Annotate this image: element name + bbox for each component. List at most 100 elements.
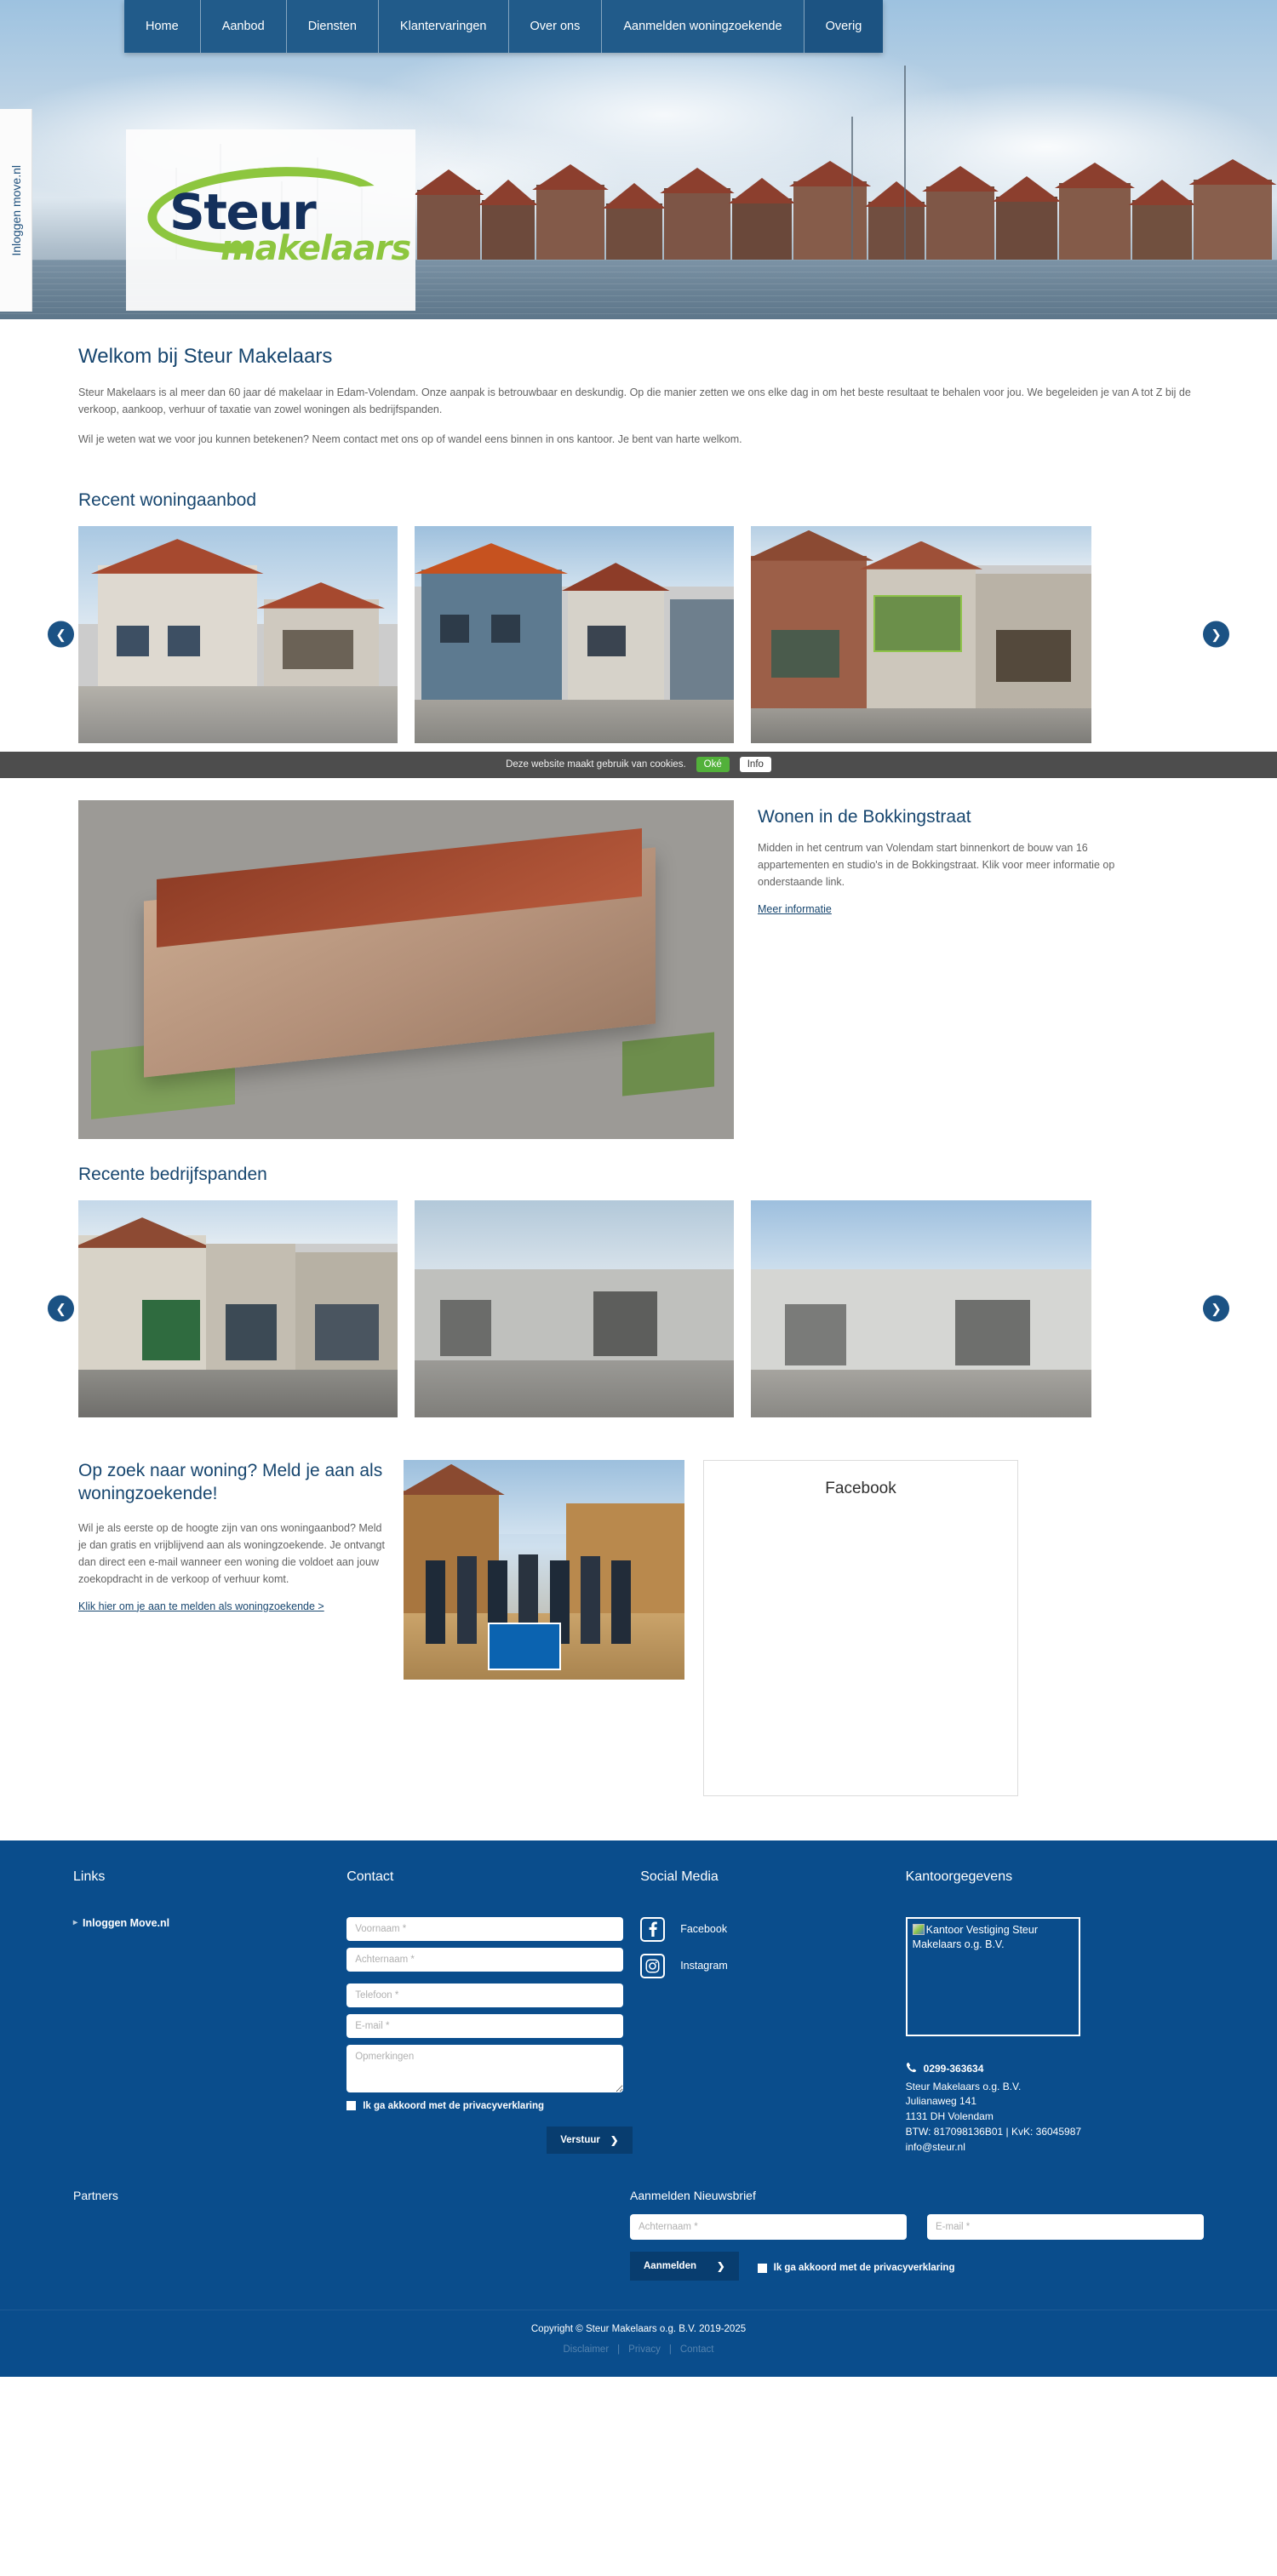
contact-consent-label: Ik ga akkoord met de privacyverklaring xyxy=(363,2100,545,2111)
footer-newsletter-heading: Aanmelden Nieuwsbrief xyxy=(630,2189,756,2203)
footer-link-separator-2: | xyxy=(668,2344,672,2356)
welcome-paragraph-1: Steur Makelaars is al meer dan 60 jaar d… xyxy=(78,386,1191,416)
office-tax-info: BTW: 817098136B01 | KvK: 36045987 xyxy=(905,2125,1082,2138)
nav-item-label: Diensten xyxy=(307,20,357,33)
newsletter-submit-button[interactable]: Aanmelden ❯ xyxy=(630,2252,739,2281)
commercial-listing-card[interactable] xyxy=(78,1199,398,1417)
nav-item-klantervaringen[interactable]: Klantervaringen xyxy=(378,0,509,53)
social-link-instagram[interactable]: Instagram xyxy=(640,1953,888,1978)
welcome-section: Welkom bij Steur Makelaars Steur Makelaa… xyxy=(78,319,1199,465)
nav-item-label: Overig xyxy=(825,20,862,33)
seeker-section: Op zoek naar woning? Meld je aan als won… xyxy=(78,1426,1199,1796)
contact-voornaam-input[interactable] xyxy=(346,1916,624,1941)
commercial-carousel[interactable]: ❮ ❯ xyxy=(48,1199,1229,1417)
main-navigation[interactable]: Home Aanbod Diensten Klantervaringen Ove… xyxy=(124,0,884,53)
office-phone[interactable]: 0299-363634 xyxy=(906,2062,1187,2078)
contact-submit-label: Verstuur xyxy=(560,2134,600,2145)
housing-listing-card[interactable] xyxy=(751,525,1091,743)
chevron-left-icon: ❮ xyxy=(55,627,66,643)
chevron-right-icon: ❯ xyxy=(610,2135,619,2146)
login-move-tab[interactable]: Inloggen move.nl xyxy=(0,109,32,312)
newsletter-consent-row[interactable]: Ik ga akkoord met de privacyverklaring xyxy=(757,2263,955,2274)
office-street: Julianaweg 141 xyxy=(905,2095,977,2108)
footer-link-separator-1: | xyxy=(617,2344,621,2356)
social-link-facebook[interactable]: Facebook xyxy=(640,1916,888,1942)
nav-item-overig[interactable]: Overig xyxy=(804,0,884,53)
footer-bottom-links[interactable]: Disclaimer | Privacy | Contact xyxy=(0,2344,1277,2355)
welcome-paragraph-2: Wil je weten wat we voor jou kunnen bete… xyxy=(78,432,742,445)
nav-item-label: Aanbod xyxy=(221,20,265,33)
facebook-widget-title: Facebook xyxy=(825,1479,896,1497)
copyright-text: Copyright © Steur Makelaars o.g. B.V. 20… xyxy=(530,2324,747,2335)
commercial-carousel-prev[interactable]: ❮ xyxy=(48,1295,74,1322)
newsletter-consent-checkbox[interactable] xyxy=(757,2263,767,2273)
office-email[interactable]: info@steur.nl xyxy=(906,2140,1187,2155)
feature-text: Midden in het centrum van Volendam start… xyxy=(758,841,1115,889)
footer-social-heading: Social Media xyxy=(640,1869,719,1884)
nav-item-home[interactable]: Home xyxy=(124,0,201,53)
footer-office-column: Kantoorgegevens Kantoor Vestiging Steur … xyxy=(905,1869,1204,2155)
social-label-instagram: Instagram xyxy=(680,1960,728,1972)
nav-item-label: Home xyxy=(146,20,179,33)
seeker-title: Op zoek naar woning? Meld je aan als won… xyxy=(78,1460,383,1503)
footer-office-heading: Kantoorgegevens xyxy=(905,1869,1013,1884)
feature-image[interactable] xyxy=(78,799,734,1139)
contact-achternaam-input[interactable] xyxy=(346,1947,624,1972)
facebook-icon xyxy=(640,1916,666,1942)
chevron-right-icon: ▸ xyxy=(73,1918,78,1928)
chevron-right-icon: ❯ xyxy=(1211,627,1222,643)
commercial-heading: Recente bedrijfspanden xyxy=(78,1164,267,1184)
nav-item-over-ons[interactable]: Over ons xyxy=(508,0,603,53)
nav-item-label: Klantervaringen xyxy=(399,20,487,33)
instagram-icon xyxy=(640,1953,666,1978)
contact-consent-row[interactable]: Ik ga akkoord met de privacyverklaring xyxy=(346,2101,623,2111)
commercial-carousel-next[interactable]: ❯ xyxy=(1203,1295,1229,1322)
newsletter-achternaam-input[interactable] xyxy=(630,2214,907,2241)
footer-contact-heading: Contact xyxy=(346,1869,394,1884)
seeker-signup-link[interactable]: Klik hier om je aan te melden als woning… xyxy=(78,1600,324,1612)
feature-title: Wonen in de Bokkingstraat xyxy=(758,806,971,827)
footer-link-privacy[interactable]: Privacy xyxy=(628,2344,661,2355)
footer-partners-column: Partners xyxy=(73,2189,630,2281)
broken-image-icon xyxy=(912,1923,925,1935)
site-logo[interactable]: Steur makelaars xyxy=(126,129,415,311)
footer-link-inloggen-move[interactable]: ▸ Inloggen Move.nl xyxy=(73,1917,329,1929)
cookie-info-button[interactable]: Info xyxy=(739,757,771,773)
site-footer: Links ▸ Inloggen Move.nl Contact Ik ga a… xyxy=(0,1840,1277,2378)
chevron-right-icon: ❯ xyxy=(717,2262,725,2273)
footer-link-label: Inloggen Move.nl xyxy=(83,1916,170,1929)
newsletter-email-input[interactable] xyxy=(927,2214,1204,2241)
contact-email-input[interactable] xyxy=(346,2013,624,2038)
contact-telefoon-input[interactable] xyxy=(346,1983,624,2007)
seeker-text: Wil je als eerste op de hoogte zijn van … xyxy=(78,1521,385,1586)
contact-consent-checkbox[interactable] xyxy=(346,2101,357,2111)
cookie-accept-button[interactable]: Oké xyxy=(696,757,730,773)
cookie-message: Deze website maakt gebruik van cookies. xyxy=(506,759,686,770)
footer-link-disclaimer[interactable]: Disclaimer xyxy=(563,2344,609,2355)
commercial-listing-card[interactable] xyxy=(415,1199,734,1417)
feature-section: Wonen in de Bokkingstraat Midden in het … xyxy=(78,778,1199,1139)
social-label-facebook: Facebook xyxy=(680,1923,728,1936)
nav-item-diensten[interactable]: Diensten xyxy=(286,0,379,53)
footer-links-heading: Links xyxy=(73,1869,106,1884)
nav-item-aanmelden-woningzoekende[interactable]: Aanmelden woningzoekende xyxy=(602,0,805,53)
commercial-listing-card[interactable] xyxy=(751,1199,1091,1417)
cookie-consent-bar[interactable]: Deze website maakt gebruik van cookies. … xyxy=(0,751,1277,778)
nav-item-aanbod[interactable]: Aanbod xyxy=(200,0,287,53)
feature-more-info-link[interactable]: Meer informatie xyxy=(758,903,832,915)
newsletter-consent-label: Ik ga akkoord met de privacyverklaring xyxy=(773,2263,955,2274)
housing-carousel-next[interactable]: ❯ xyxy=(1203,621,1229,648)
contact-opmerkingen-textarea[interactable] xyxy=(346,2044,624,2092)
office-city: 1131 DH Volendam xyxy=(905,2110,994,2122)
housing-listing-card[interactable] xyxy=(415,525,734,743)
footer-social-column: Social Media Facebook Instagram xyxy=(640,1869,905,2155)
housing-listing-card[interactable] xyxy=(78,525,398,743)
housing-carousel-prev[interactable]: ❮ xyxy=(48,621,74,648)
footer-newsletter-column: Aanmelden Nieuwsbrief Aanmelden ❯ Ik ga … xyxy=(630,2189,1204,2281)
contact-submit-button[interactable]: Verstuur ❯ xyxy=(547,2126,633,2154)
office-image-alt-text: Kantoor Vestiging Steur Makelaars o.g. B… xyxy=(912,1923,1038,1950)
footer-link-contact[interactable]: Contact xyxy=(680,2344,714,2355)
facebook-widget[interactable]: Facebook xyxy=(703,1459,1018,1796)
housing-carousel[interactable]: ❮ ❯ xyxy=(48,525,1229,743)
housing-heading: Recent woningaanbod xyxy=(78,489,256,510)
